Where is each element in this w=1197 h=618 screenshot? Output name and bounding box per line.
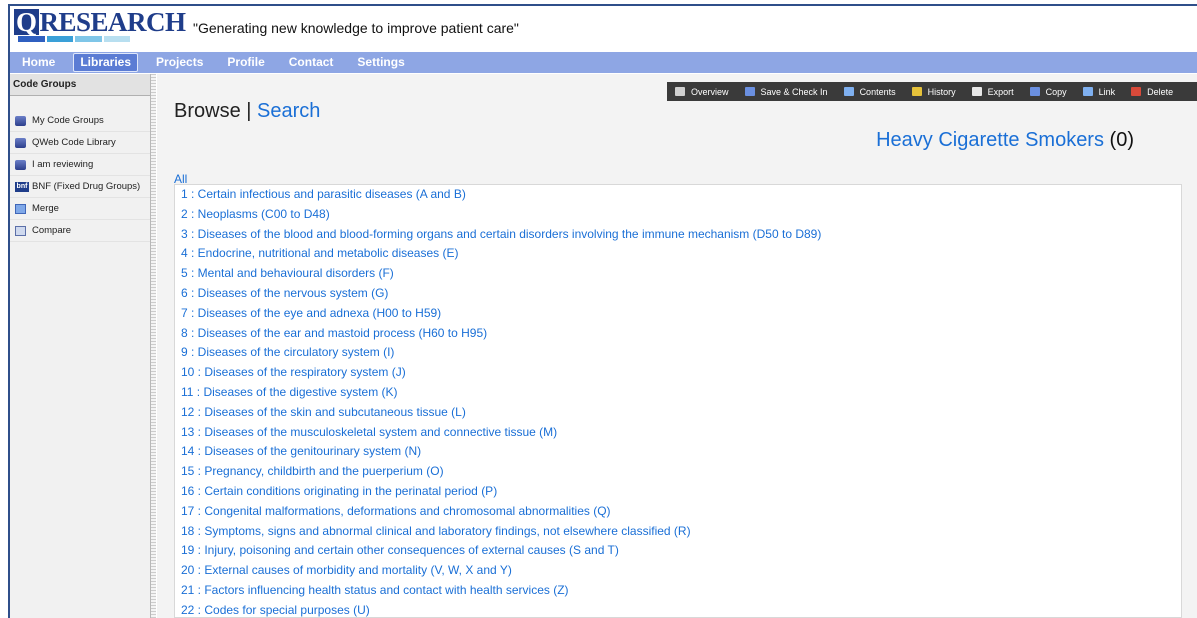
- toolbar-label: Save & Check In: [760, 86, 828, 97]
- sidebar-item-label: Compare: [32, 225, 72, 236]
- toolbar-export-button[interactable]: Export: [964, 87, 1022, 97]
- app-frame: Q RESEARCH "Generating new knowledge to i…: [8, 4, 1197, 618]
- chapter-link[interactable]: 18 : Symptoms, signs and abnormal clinic…: [175, 522, 1181, 542]
- toolbar-delete-button[interactable]: Delete: [1123, 87, 1181, 97]
- compare-icon: [15, 225, 26, 236]
- database-icon: [15, 115, 26, 126]
- magnifier-icon: [843, 87, 854, 96]
- tagline: "Generating new knowledge to improve pat…: [193, 20, 519, 36]
- chapter-link[interactable]: 3 : Diseases of the blood and blood-form…: [175, 225, 1181, 245]
- database-icon: [15, 159, 26, 170]
- browse-search-heading: Browse | Search: [174, 100, 320, 123]
- chapter-link[interactable]: 20 : External causes of morbidity and mo…: [175, 561, 1181, 581]
- main-panel: Overview Save & Check In Contents History Ex…: [157, 74, 1197, 618]
- sidebar-item-my-code-groups[interactable]: My Code Groups: [10, 110, 150, 132]
- browse-label[interactable]: Browse: [174, 100, 241, 122]
- sidebar-item-compare[interactable]: Compare: [10, 220, 150, 242]
- sidebar-item-i-am-reviewing[interactable]: I am reviewing: [10, 154, 150, 176]
- sidebar-item-qweb-code-library[interactable]: QWeb Code Library: [10, 132, 150, 154]
- sidebar-item-merge[interactable]: Merge: [10, 198, 150, 220]
- sidebar-item-label: I am reviewing: [32, 159, 94, 170]
- chapter-link[interactable]: 1 : Certain infectious and parasitic dis…: [175, 185, 1181, 205]
- delete-icon: [1131, 87, 1142, 96]
- chapter-link[interactable]: 13 : Diseases of the musculoskeletal sys…: [175, 423, 1181, 443]
- toolbar-copy-button[interactable]: Copy: [1022, 87, 1075, 97]
- chapter-link[interactable]: 19 : Injury, poisoning and certain other…: [175, 541, 1181, 561]
- logo-q: Q: [14, 7, 39, 37]
- chapter-link[interactable]: 4 : Endocrine, nutritional and metabolic…: [175, 244, 1181, 264]
- toolbar-label: History: [927, 86, 956, 97]
- toolbar-overview-button[interactable]: Overview: [667, 87, 737, 97]
- sidebar: Code Groups My Code Groups QWeb Code Libr…: [10, 74, 151, 618]
- chapter-link[interactable]: 9 : Diseases of the circulatory system (…: [175, 343, 1181, 363]
- chapter-link[interactable]: 16 : Certain conditions originating in t…: [175, 482, 1181, 502]
- logo-color-bar: [18, 36, 130, 42]
- nav-libraries[interactable]: Libraries: [73, 53, 139, 72]
- codegroup-count: (0): [1109, 129, 1134, 151]
- chapter-link[interactable]: 14 : Diseases of the genitourinary syste…: [175, 442, 1181, 462]
- chapter-link[interactable]: 10 : Diseases of the respiratory system …: [175, 363, 1181, 383]
- save-icon: [744, 87, 755, 96]
- chapter-link[interactable]: 6 : Diseases of the nervous system (G): [175, 284, 1181, 304]
- chapter-link[interactable]: 17 : Congenital malformations, deformati…: [175, 502, 1181, 522]
- copy-icon: [1029, 87, 1040, 96]
- nav-settings[interactable]: Settings: [345, 54, 416, 71]
- heading-separator: |: [240, 100, 258, 122]
- logo-text: RESEARCH: [39, 7, 187, 37]
- sidebar-title: Code Groups: [10, 74, 150, 96]
- toolbar-link-button[interactable]: Link: [1075, 87, 1124, 97]
- nav-projects[interactable]: Projects: [144, 54, 215, 71]
- chapter-link[interactable]: 2 : Neoplasms (C00 to D48): [175, 205, 1181, 225]
- sidebar-item-label: Merge: [32, 203, 59, 214]
- panel-splitter[interactable]: [151, 74, 156, 618]
- chapter-link[interactable]: 11 : Diseases of the digestive system (K…: [175, 383, 1181, 403]
- chapter-link[interactable]: 8 : Diseases of the ear and mastoid proc…: [175, 324, 1181, 344]
- export-icon: [971, 87, 982, 96]
- nav-home[interactable]: Home: [10, 54, 67, 71]
- codegroup-toolbar: Overview Save & Check In Contents History Ex…: [667, 82, 1197, 101]
- merge-icon: [15, 203, 26, 214]
- main-navbar: Home Libraries Projects Profile Contact Setti…: [10, 52, 1197, 73]
- sidebar-item-label: QWeb Code Library: [32, 137, 116, 148]
- toolbar-label: Link: [1098, 86, 1116, 97]
- history-icon: [911, 87, 922, 96]
- toolbar-history-button[interactable]: History: [904, 87, 964, 97]
- codegroup-name[interactable]: Heavy Cigarette Smokers: [876, 129, 1104, 151]
- chapter-link[interactable]: 15 : Pregnancy, childbirth and the puerp…: [175, 462, 1181, 482]
- chapter-link[interactable]: 7 : Diseases of the eye and adnexa (H00 …: [175, 304, 1181, 324]
- toolbar-contents-button[interactable]: Contents: [836, 87, 904, 97]
- sidebar-list: My Code Groups QWeb Code Library I am revi…: [10, 110, 150, 242]
- nav-contact[interactable]: Contact: [277, 54, 346, 71]
- toolbar-label: Copy: [1045, 86, 1067, 97]
- toolbar-label: Export: [987, 86, 1014, 97]
- qresearch-logo[interactable]: Q RESEARCH: [14, 7, 186, 37]
- home-icon: [675, 87, 685, 96]
- search-link[interactable]: Search: [257, 100, 320, 122]
- toolbar-save-check-in-button[interactable]: Save & Check In: [737, 87, 836, 97]
- database-icon: [15, 137, 26, 148]
- nav-profile[interactable]: Profile: [215, 54, 276, 71]
- codegroup-title: Heavy Cigarette Smokers (0): [876, 129, 1134, 152]
- bnf-icon: bnf: [15, 181, 29, 192]
- link-icon: [1082, 87, 1093, 96]
- chapter-link[interactable]: 12 : Diseases of the skin and subcutaneo…: [175, 403, 1181, 423]
- chapter-link[interactable]: 21 : Factors influencing health status a…: [175, 581, 1181, 601]
- header: Q RESEARCH "Generating new knowledge to i…: [10, 6, 1197, 50]
- chapter-link[interactable]: 22 : Codes for special purposes (U): [175, 601, 1181, 618]
- toolbar-label: Delete: [1147, 86, 1174, 97]
- chapter-link[interactable]: 5 : Mental and behavioural disorders (F): [175, 264, 1181, 284]
- toolbar-label: Contents: [859, 86, 896, 97]
- toolbar-label: Overview: [691, 86, 729, 97]
- sidebar-item-label: BNF (Fixed Drug Groups): [32, 181, 141, 192]
- sidebar-item-bnf-fixed-drug-groups[interactable]: bnf BNF (Fixed Drug Groups): [10, 176, 150, 198]
- sidebar-item-label: My Code Groups: [32, 115, 104, 126]
- chapter-list: 1 : Certain infectious and parasitic dis…: [174, 184, 1182, 618]
